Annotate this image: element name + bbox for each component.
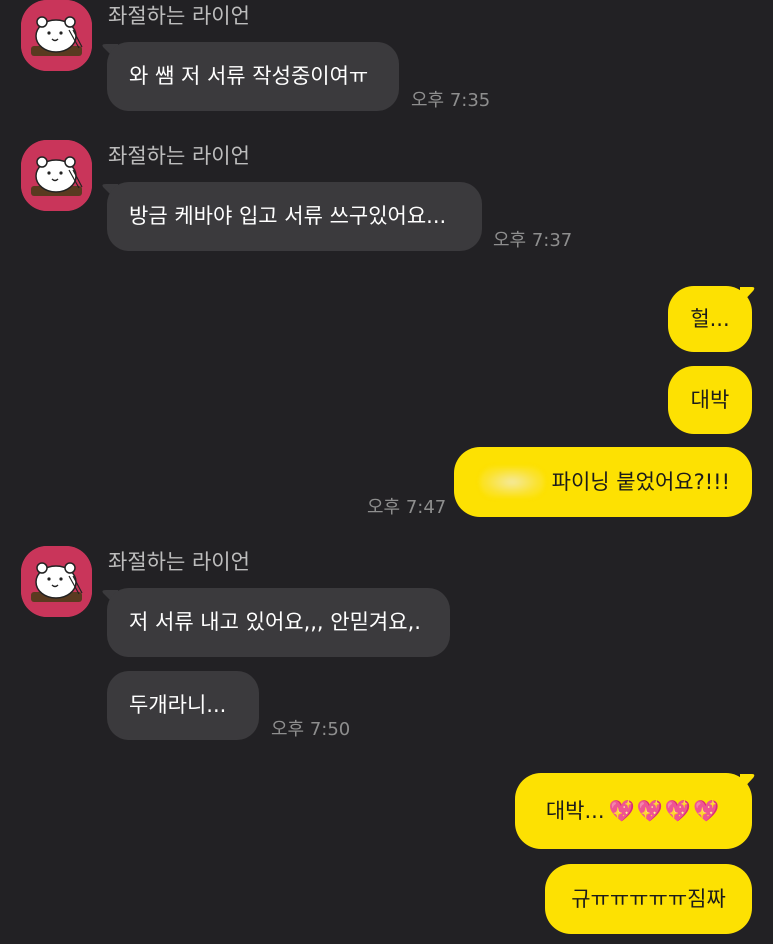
sender-name: 좌절하는 라이언 (108, 144, 250, 168)
my-message-bubble[interactable]: 파이닝 붙었어요?!!! (454, 447, 752, 517)
ryan-avatar-icon (21, 140, 92, 211)
blurred-content (480, 467, 544, 497)
message-time: 오후 7:47 (367, 497, 447, 518)
sender-avatar[interactable] (21, 140, 92, 211)
message-bubble[interactable]: 두개라니... (107, 671, 259, 740)
message-text: 헐... (690, 306, 730, 331)
bubble-tail (740, 287, 755, 305)
message-time: 오후 7:50 (271, 719, 351, 740)
message-text: 와 쌤 저 서류 작성중이여ㅠ (129, 64, 369, 88)
sender-avatar[interactable] (21, 546, 92, 617)
message-time: 오후 7:37 (493, 230, 573, 251)
message-text: 방금 케바야 입고 서류 쓰구있어요... (129, 204, 447, 228)
heart-emoji-icons: 💖💖💖💖 (608, 798, 722, 823)
bubble-tail (740, 774, 755, 792)
sender-avatar[interactable] (21, 0, 92, 71)
message-text: 규ㅠㅠㅠㅠㅠ짐짜 (571, 886, 726, 911)
message-text: 파이닝 붙었어요?!!! (551, 469, 730, 494)
sender-name: 좌절하는 라이언 (108, 4, 250, 28)
message-bubble[interactable]: 저 서류 내고 있어요,,, 안믿겨요,. (107, 588, 450, 657)
message-text: 저 서류 내고 있어요,,, 안믿겨요,. (129, 610, 421, 634)
message-text: 대박 (690, 387, 730, 412)
message-text: 대박... (545, 798, 605, 823)
my-message-bubble[interactable]: 대박 (668, 366, 752, 434)
ryan-avatar-icon (21, 0, 92, 71)
ryan-avatar-icon (21, 546, 92, 617)
message-time: 오후 7:35 (411, 90, 491, 111)
message-bubble[interactable]: 와 쌤 저 서류 작성중이여ㅠ (107, 42, 399, 111)
message-bubble[interactable]: 방금 케바야 입고 서류 쓰구있어요... (107, 182, 482, 251)
sender-name: 좌절하는 라이언 (108, 550, 250, 574)
my-message-bubble[interactable]: 대박... 💖💖💖💖 (515, 773, 752, 849)
message-text: 두개라니... (129, 693, 227, 717)
my-message-bubble[interactable]: 규ㅠㅠㅠㅠㅠ짐짜 (545, 864, 752, 934)
